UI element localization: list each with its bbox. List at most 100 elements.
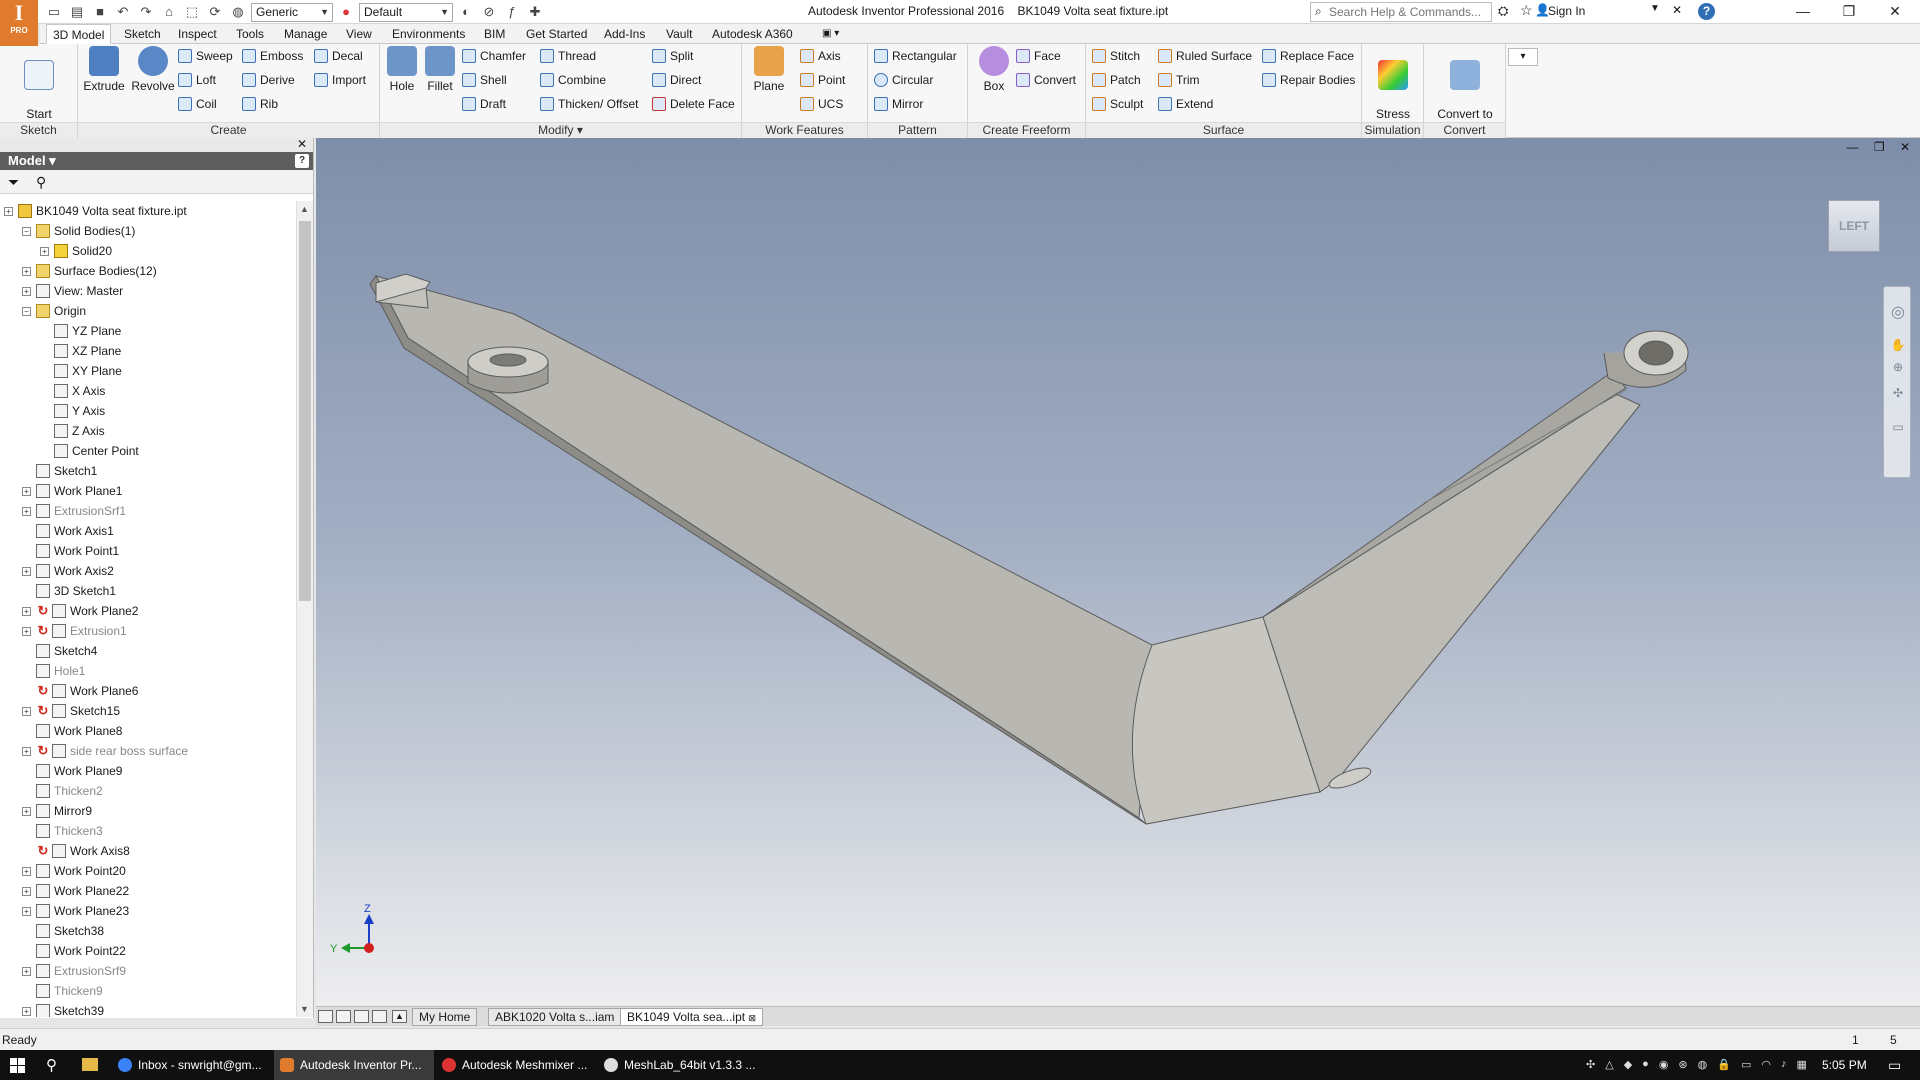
doc-tab-bk1049[interactable]: BK1049 Volta sea...ipt ⊠ (620, 1008, 763, 1026)
keyboard-icon[interactable]: ▦ (1796, 1058, 1806, 1074)
save-icon[interactable]: ■ (90, 3, 110, 21)
hole-button[interactable]: Hole (384, 46, 420, 93)
box-button[interactable]: Box (972, 46, 1016, 93)
tree-node[interactable]: Sketch38 (0, 921, 296, 941)
tree-node[interactable]: + Surface Bodies(12) (0, 261, 296, 281)
patch-button[interactable]: Patch (1092, 70, 1141, 90)
favorites-star-icon[interactable]: ☆ (1520, 2, 1533, 19)
combine-button[interactable]: Combine (540, 70, 606, 90)
home-icon[interactable]: ⌂ (159, 3, 179, 21)
cascade-layout-icon[interactable] (318, 1010, 333, 1023)
expand-toggle-icon[interactable]: + (22, 907, 31, 916)
doc-menu-icon[interactable]: ▲ (392, 1010, 407, 1023)
replace-face-button[interactable]: Replace Face (1262, 46, 1354, 66)
rib-button[interactable]: Rib (242, 94, 278, 114)
tree-node[interactable]: + Mirror9 (0, 801, 296, 821)
revolve-button[interactable]: Revolve (128, 46, 178, 93)
communication-center-icon[interactable]: ⛭ (1498, 3, 1508, 19)
convert-button[interactable]: Convert (1016, 70, 1076, 90)
doc-tab-my-home[interactable]: My Home (412, 1008, 478, 1026)
lock-icon[interactable]: 🔒 (1717, 1058, 1731, 1074)
plane-button[interactable]: Plane (746, 46, 792, 93)
browser-help-icon[interactable]: ? (295, 154, 309, 168)
tree-node[interactable]: Hole1 (0, 661, 296, 681)
taskbar-app-inbox[interactable]: Inbox - snwright@gm... (112, 1050, 272, 1080)
help-icon[interactable]: ? (1698, 3, 1715, 20)
tab-sketch[interactable]: Sketch (118, 24, 167, 44)
search-input[interactable] (1329, 4, 1489, 20)
tree-node[interactable]: + ExtrusionSrf9 (0, 961, 296, 981)
scroll-down-icon[interactable]: ▼ (300, 1004, 309, 1014)
expand-toggle-icon[interactable]: + (22, 287, 31, 296)
battery-icon[interactable]: ▭ (1741, 1058, 1751, 1074)
tray-app-icon[interactable]: ✣ (1586, 1058, 1595, 1074)
rectangular-pattern-button[interactable]: Rectangular (874, 46, 957, 66)
expand-toggle-icon[interactable]: + (22, 267, 31, 276)
tree-node[interactable]: + Work Plane23 (0, 901, 296, 921)
panel-label-modify[interactable]: Modify ▾ (380, 122, 741, 138)
tree-node[interactable]: 3D Sketch1 (0, 581, 296, 601)
pan-hand-icon[interactable]: ✋ (1890, 337, 1906, 353)
emboss-button[interactable]: Emboss (242, 46, 303, 66)
taskbar-clock[interactable]: 5:05 PM (1822, 1058, 1867, 1072)
new-file-icon[interactable]: ▭ (44, 3, 64, 21)
taskbar-app-inventor[interactable]: Autodesk Inventor Pr... (274, 1050, 434, 1080)
expand-toggle-icon[interactable]: + (22, 607, 31, 616)
tree-node[interactable]: + ↻ Sketch15 (0, 701, 296, 721)
undo-icon[interactable]: ↶ (113, 3, 133, 21)
tray-app-icon[interactable]: ● (1642, 1058, 1649, 1074)
tree-node[interactable]: Thicken9 (0, 981, 296, 1001)
taskbar-app-meshlab[interactable]: MeshLab_64bit v1.3.3 ... (598, 1050, 758, 1080)
tree-node[interactable]: − Origin (0, 301, 296, 321)
derive-button[interactable]: Derive (242, 70, 295, 90)
tree-node[interactable]: X Axis (0, 381, 296, 401)
tree-node[interactable]: Work Plane8 (0, 721, 296, 741)
tree-node[interactable]: + ↻ side rear boss surface (0, 741, 296, 761)
volume-icon[interactable]: ♪ (1781, 1058, 1787, 1074)
filter-icon[interactable]: ⏷ (8, 174, 19, 191)
expand-toggle-icon[interactable]: + (22, 867, 31, 876)
doc-tab-abk1020[interactable]: ABK1020 Volta s...iam (488, 1008, 622, 1026)
chamfer-button[interactable]: Chamfer (462, 46, 526, 66)
expand-toggle-icon[interactable]: + (22, 627, 31, 636)
appearance-dropdown[interactable]: Default ▼ (359, 2, 453, 22)
expand-toggle-icon[interactable]: + (22, 507, 31, 516)
minimize-icon[interactable]: — (1780, 0, 1826, 24)
tree-node[interactable]: ↻ Work Axis8 (0, 841, 296, 861)
mirror-button[interactable]: Mirror (874, 94, 923, 114)
tab-bim[interactable]: BIM (478, 24, 511, 44)
ribbon-minimize-icon[interactable]: ▾ (1508, 48, 1538, 66)
tree-node[interactable]: + View: Master (0, 281, 296, 301)
thread-button[interactable]: Thread (540, 46, 596, 66)
tree-node[interactable]: Work Axis1 (0, 521, 296, 541)
close-icon[interactable]: ✕ (1872, 0, 1918, 24)
tree-node[interactable]: Work Plane9 (0, 761, 296, 781)
sculpt-button[interactable]: Sculpt (1092, 94, 1143, 114)
windows-start-icon[interactable] (10, 1058, 25, 1073)
tab-inspect[interactable]: Inspect (172, 24, 223, 44)
sign-in-button[interactable]: Sign In (1548, 4, 1585, 18)
sweep-button[interactable]: Sweep (178, 46, 233, 66)
tree-node[interactable]: + BK1049 Volta seat fixture.ipt (0, 201, 296, 221)
part-model[interactable]: Z Y (316, 138, 1920, 1006)
zoom-icon[interactable]: ⊕ (1890, 359, 1906, 375)
search-icon[interactable]: ⚲ (46, 1056, 57, 1074)
maximize-icon[interactable]: ❐ (1826, 0, 1872, 24)
tree-node[interactable]: Thicken3 (0, 821, 296, 841)
tree-node[interactable]: − Solid Bodies(1) (0, 221, 296, 241)
tray-app-icon[interactable]: ◆ (1624, 1058, 1632, 1074)
tree-node[interactable]: Y Axis (0, 401, 296, 421)
redo-icon[interactable]: ↷ (136, 3, 156, 21)
expand-toggle-icon[interactable]: + (22, 1007, 31, 1016)
circular-pattern-button[interactable]: Circular (874, 70, 933, 90)
extend-button[interactable]: Extend (1158, 94, 1213, 114)
repair-bodies-button[interactable]: Repair Bodies (1262, 70, 1355, 90)
exchange-apps-icon[interactable]: ✕ (1672, 3, 1682, 17)
expand-toggle-icon[interactable]: − (22, 227, 31, 236)
tab-3d-model[interactable]: 3D Model (46, 24, 112, 44)
face-button[interactable]: Face (1016, 46, 1061, 66)
tree-node[interactable]: + ↻ Work Plane2 (0, 601, 296, 621)
select-icon[interactable]: ⬚ (182, 3, 202, 21)
expand-toggle-icon[interactable]: + (40, 247, 49, 256)
point-button[interactable]: Point (800, 70, 845, 90)
